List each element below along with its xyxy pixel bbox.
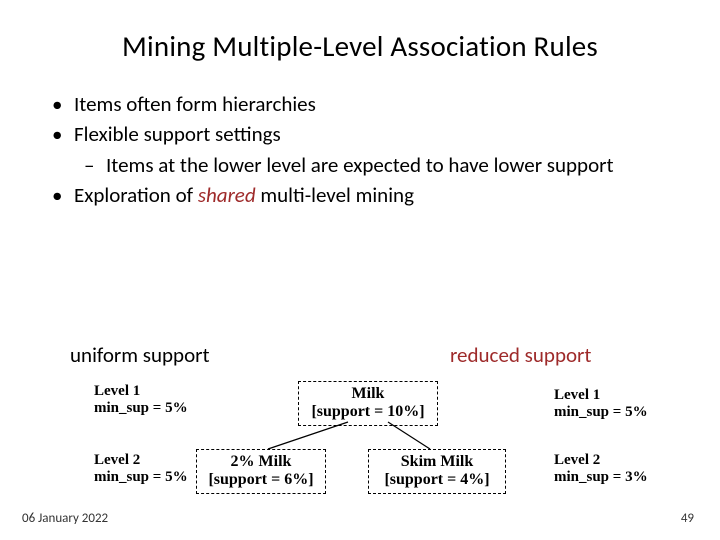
node-2pct-title: 2% Milk bbox=[203, 453, 319, 471]
node-2pct-support: [support = 6%] bbox=[203, 471, 319, 489]
level2-right-line1: Level 2 bbox=[554, 452, 648, 469]
bullet-3-pre: Exploration of bbox=[74, 182, 198, 208]
level2-left: Level 2 min_sup = 5% bbox=[94, 452, 188, 487]
level1-left: Level 1 min_sup = 5% bbox=[94, 383, 188, 418]
node-skim-milk: Skim Milk [support = 4%] bbox=[368, 449, 506, 494]
level1-right: Level 1 min_sup = 5% bbox=[554, 387, 648, 422]
node-skim-support: [support = 4%] bbox=[375, 471, 499, 489]
footer-page-number: 49 bbox=[681, 511, 694, 526]
level1-left-line1: Level 1 bbox=[94, 383, 188, 400]
bullet-list: Items often form hierarchies Flexible su… bbox=[0, 64, 720, 209]
level2-left-line2: min_sup = 5% bbox=[94, 469, 188, 486]
node-milk: Milk [support = 10%] bbox=[298, 381, 438, 426]
slide-title: Mining Multiple-Level Association Rules bbox=[0, 0, 720, 64]
uniform-support-label: uniform support bbox=[70, 342, 210, 368]
level1-right-line1: Level 1 bbox=[554, 387, 648, 404]
bullet-item-3: Exploration of shared multi-level mining bbox=[48, 181, 680, 209]
level2-right-line2: min_sup = 3% bbox=[554, 469, 648, 486]
node-skim-title: Skim Milk bbox=[375, 453, 499, 471]
level1-right-line2: min_sup = 5% bbox=[554, 404, 648, 421]
footer-date: 06 January 2022 bbox=[22, 511, 108, 526]
level2-left-line1: Level 2 bbox=[94, 452, 188, 469]
node-milk-support: [support = 10%] bbox=[305, 403, 431, 421]
line-milk-to-2pct bbox=[268, 422, 348, 449]
bullet-3-post: multi-level mining bbox=[256, 182, 414, 208]
bullet-item-2: Flexible support settings bbox=[48, 120, 680, 148]
level2-right: Level 2 min_sup = 3% bbox=[554, 452, 648, 487]
bullet-item-1: Items often form hierarchies bbox=[48, 90, 680, 118]
level1-left-line2: min_sup = 5% bbox=[94, 400, 188, 417]
reduced-support-label: reduced support bbox=[450, 342, 591, 368]
node-2pct-milk: 2% Milk [support = 6%] bbox=[196, 449, 326, 494]
node-milk-title: Milk bbox=[305, 385, 431, 403]
bullet-3-shared: shared bbox=[198, 182, 256, 208]
bullet-sub-item: Items at the lower level are expected to… bbox=[48, 151, 680, 179]
line-milk-to-skim bbox=[388, 422, 430, 449]
